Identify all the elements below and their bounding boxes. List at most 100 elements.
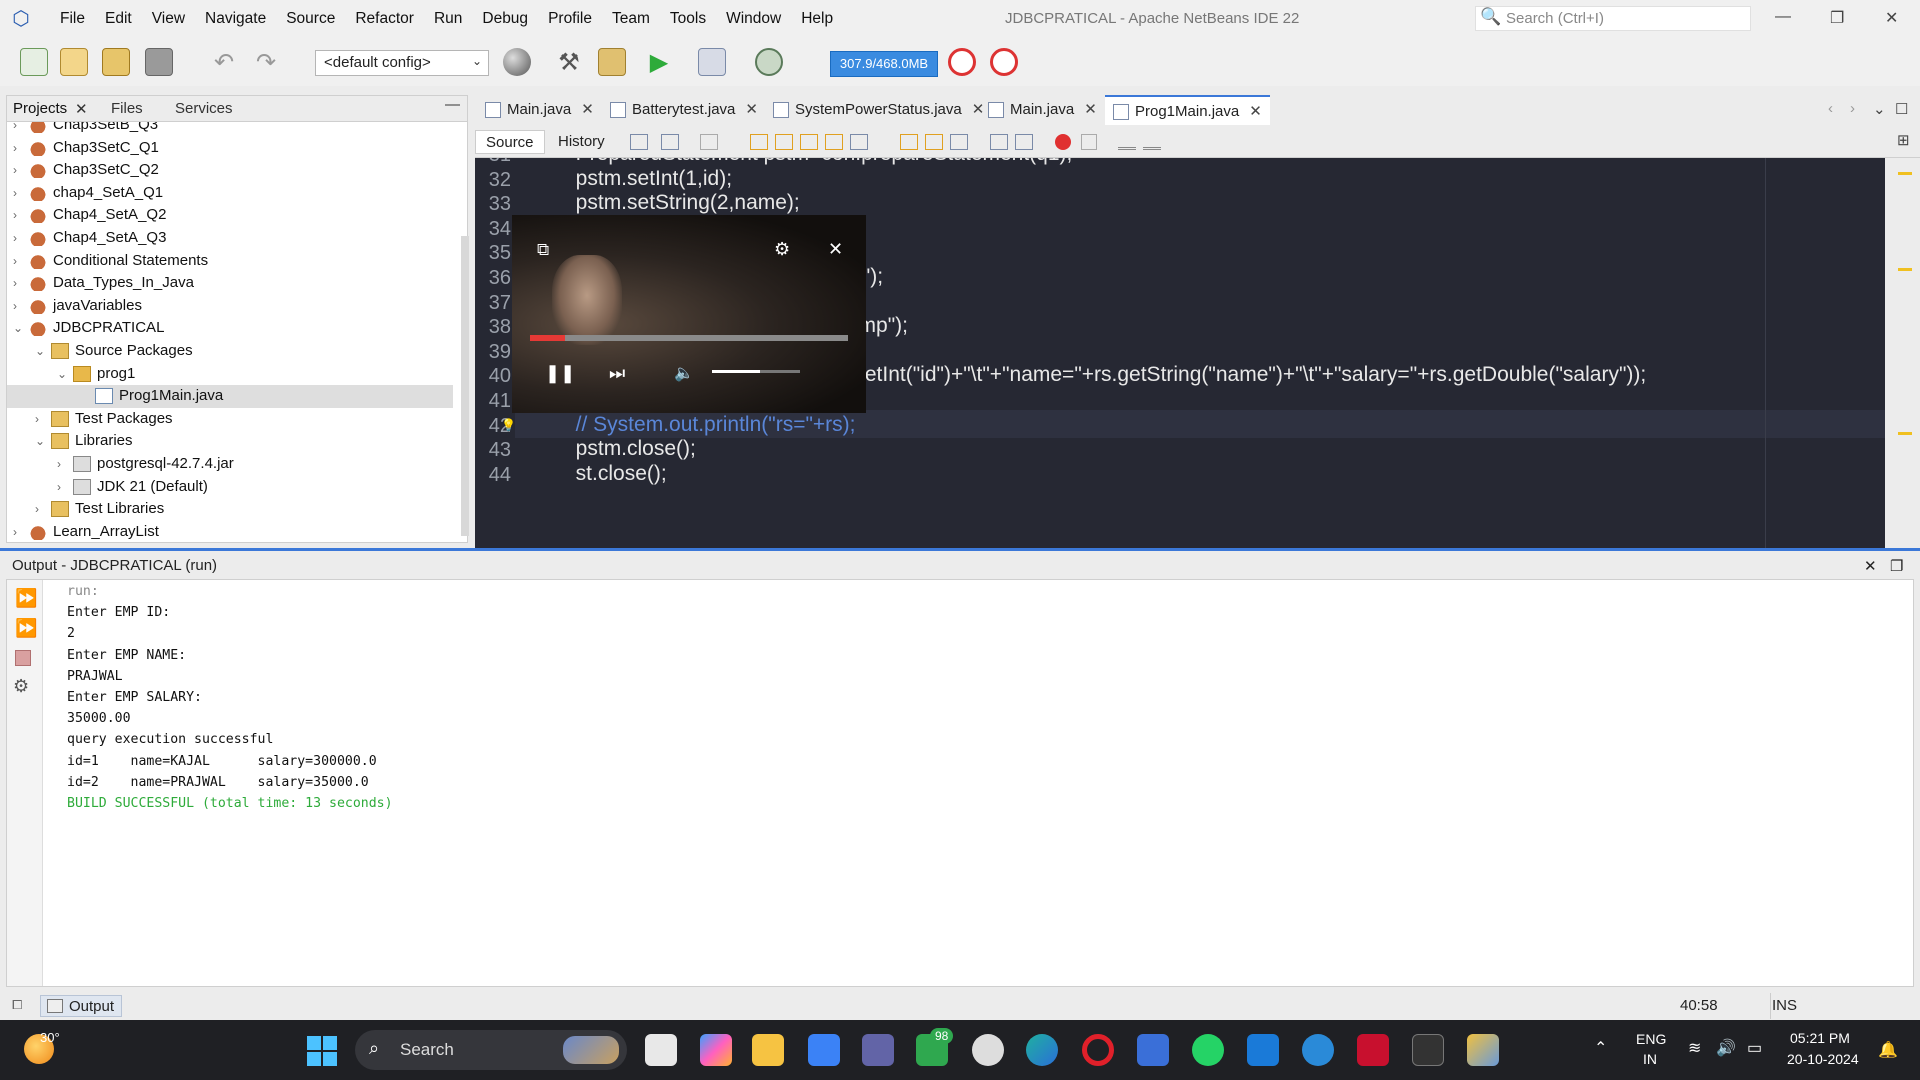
restore-button[interactable]: ❐	[1830, 8, 1844, 28]
uncomment-icon[interactable]	[1143, 134, 1161, 150]
settings-gear-icon[interactable]: ⚙	[774, 239, 790, 260]
close-icon[interactable]: ✕	[581, 101, 594, 118]
save-all-icon[interactable]	[145, 48, 173, 76]
new-project-icon[interactable]	[60, 48, 88, 76]
edge-icon[interactable]	[1026, 1034, 1058, 1066]
chevron-right-icon[interactable]: ›	[13, 295, 17, 317]
tree-item[interactable]: › Chap3SetC_Q2	[7, 159, 453, 182]
menu-profile[interactable]: Profile	[538, 10, 602, 28]
menu-navigate[interactable]: Navigate	[195, 10, 276, 28]
prev-bookmark-icon[interactable]	[900, 134, 918, 150]
tree-item[interactable]: › Chap3SetB_Q3	[7, 122, 453, 137]
notifications-icon[interactable]: ⧠	[12, 997, 22, 1013]
build-hammer-icon[interactable]: ⚒	[555, 48, 583, 76]
shift-left-icon[interactable]	[990, 134, 1008, 150]
chevron-right-icon[interactable]: ›	[13, 204, 17, 226]
menu-team[interactable]: Team	[602, 10, 660, 28]
whatsapp-icon[interactable]	[1192, 1034, 1224, 1066]
menu-help[interactable]: Help	[791, 10, 843, 28]
chevron-down-icon[interactable]: ⌄	[13, 317, 23, 339]
menu-view[interactable]: View	[142, 10, 195, 28]
teams-icon[interactable]	[862, 1034, 894, 1066]
tab-main-java[interactable]: Main.java ✕	[477, 95, 602, 125]
clock-app-icon[interactable]	[972, 1034, 1004, 1066]
chevron-right-icon[interactable]: ›	[13, 521, 17, 542]
chevron-up-icon[interactable]: ⌃	[1594, 1038, 1607, 1058]
volume-slider[interactable]	[712, 370, 800, 373]
tab-files[interactable]: Files	[111, 100, 143, 117]
toggle-bookmark-icon[interactable]	[950, 134, 968, 150]
opera-icon[interactable]	[1082, 1034, 1114, 1066]
gc-icon[interactable]	[948, 48, 976, 76]
find-prev-icon[interactable]	[775, 134, 793, 150]
output-window-tab[interactable]: Output	[40, 995, 122, 1017]
snapshot-icon[interactable]	[990, 48, 1018, 76]
clean-build-icon[interactable]	[598, 48, 626, 76]
tree-item[interactable]: ⌄ Source Packages	[7, 340, 453, 363]
error-stripe[interactable]	[1885, 158, 1920, 548]
chevron-right-icon[interactable]: ›	[13, 250, 17, 272]
toggle-highlight-icon[interactable]	[850, 134, 868, 150]
close-window-button[interactable]: ✕	[1885, 8, 1898, 28]
tab-main-java-2[interactable]: Main.java ✕	[980, 95, 1105, 125]
maximize-icon[interactable]: ☐	[1895, 100, 1908, 118]
tree-item[interactable]: ⌄ JDBCPRATICAL	[7, 317, 453, 340]
profile-icon[interactable]	[755, 48, 783, 76]
forward-icon[interactable]	[700, 134, 718, 150]
chevron-right-icon[interactable]: ›	[13, 122, 17, 136]
tree-item[interactable]: ⌄ Libraries	[7, 430, 453, 453]
tree-item[interactable]: › javaVariables	[7, 295, 453, 318]
tree-scrollbar[interactable]	[461, 236, 469, 536]
chevron-right-icon[interactable]: ›	[35, 408, 39, 430]
run-icon[interactable]: ▶	[645, 48, 673, 76]
clock-time[interactable]: 05:21 PM	[1790, 1030, 1850, 1046]
chevron-down-icon[interactable]: ⌄	[35, 340, 45, 362]
next-bookmark-icon[interactable]	[925, 134, 943, 150]
myhp-icon[interactable]	[1247, 1034, 1279, 1066]
tab-projects-close-icon[interactable]: ✕	[75, 100, 88, 118]
restore-panel-icon[interactable]: ❐	[1890, 557, 1903, 575]
tree-item[interactable]: ⌄ prog1	[7, 363, 453, 386]
config-select[interactable]: <default config> ⌄	[315, 50, 489, 76]
find-icon[interactable]	[750, 134, 768, 150]
file-explorer-icon[interactable]	[752, 1034, 784, 1066]
chevron-right-icon[interactable]: ›	[57, 476, 61, 498]
tab-prog1main-java[interactable]: Prog1Main.java ✕	[1105, 95, 1270, 125]
tree-item[interactable]: › Chap4_SetA_Q3	[7, 227, 453, 250]
tree-item[interactable]: › Data_Types_In_Java	[7, 272, 453, 295]
last-edit-icon[interactable]	[630, 134, 648, 150]
new-file-icon[interactable]	[20, 48, 48, 76]
warning-marker[interactable]	[1898, 432, 1912, 435]
menu-window[interactable]: Window	[716, 10, 791, 28]
tree-item[interactable]: › Chap3SetC_Q1	[7, 137, 453, 160]
notification-bell-icon[interactable]: 🔔	[1878, 1040, 1898, 1060]
start-macro-icon[interactable]	[1055, 134, 1071, 150]
find-selection-icon[interactable]	[825, 134, 843, 150]
video-progress-bar[interactable]	[530, 335, 848, 341]
memory-indicator[interactable]: 307.9/468.0MB	[830, 51, 938, 77]
close-icon[interactable]: ✕	[745, 101, 758, 118]
tab-projects[interactable]: Projects	[13, 100, 67, 117]
notepad-icon[interactable]	[808, 1034, 840, 1066]
stop-icon[interactable]	[15, 650, 31, 666]
chevron-right-icon[interactable]: ›	[13, 137, 17, 159]
tab-batterytest-java[interactable]: Batterytest.java ✕	[602, 95, 766, 125]
mcafee-icon[interactable]	[1357, 1034, 1389, 1066]
tab-services[interactable]: Services	[175, 100, 233, 117]
menu-run[interactable]: Run	[424, 10, 472, 28]
next-track-icon[interactable]: ⏭	[609, 363, 625, 384]
warning-marker[interactable]	[1898, 268, 1912, 271]
chevron-right-icon[interactable]: ›	[13, 272, 17, 294]
split-icon[interactable]: ⊞	[1897, 131, 1910, 149]
volume-icon[interactable]: 🔊	[1716, 1038, 1736, 1058]
close-icon[interactable]: ✕	[1249, 103, 1262, 120]
minimize-button[interactable]: —	[1775, 8, 1791, 26]
chevron-right-icon[interactable]: ›	[13, 182, 17, 204]
menu-source[interactable]: Source	[276, 10, 345, 28]
help-icon[interactable]	[1302, 1034, 1334, 1066]
tab-systempowerstatus-java[interactable]: SystemPowerStatus.java ✕	[765, 95, 992, 125]
minimize-panel-icon[interactable]: —	[445, 96, 460, 113]
terminal-icon[interactable]	[1412, 1034, 1444, 1066]
tree-item[interactable]: › Test Packages	[7, 408, 453, 431]
close-video-icon[interactable]: ✕	[828, 239, 843, 260]
